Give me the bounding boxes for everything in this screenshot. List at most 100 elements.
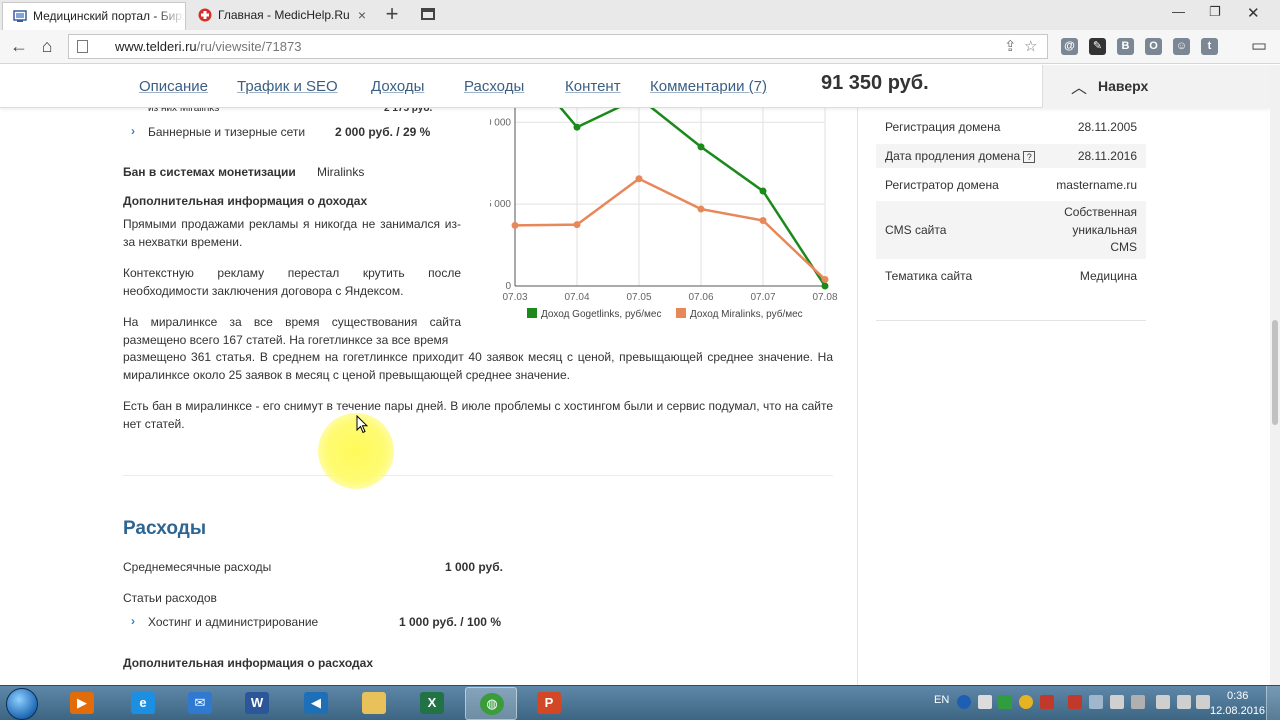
green-a-tray-icon[interactable]	[998, 695, 1012, 709]
bookmark-star-icon[interactable]: ☆	[1024, 37, 1037, 55]
close-tab-icon[interactable]: ×	[358, 2, 366, 28]
keyboard-language[interactable]: EN	[934, 694, 949, 706]
taskbar-browser[interactable]: ◍	[465, 687, 517, 720]
tool-extension-icon[interactable]: ✎	[1089, 38, 1106, 55]
sidebar-row-registrar: Регистратор домена mastername.ru	[885, 178, 1137, 192]
chevron-right-icon[interactable]: ›	[131, 124, 135, 138]
chat-icon[interactable]: ▭	[1248, 35, 1270, 57]
expense-items-label: Статьи расходов	[123, 591, 217, 605]
chart-x-tick-label: 07.06	[688, 292, 713, 303]
hosting-label[interactable]: Хостинг и администрирование	[148, 613, 318, 631]
back-to-top-label: Наверх	[1098, 78, 1149, 94]
nav-link-traffic-seo[interactable]: Трафик и SEO	[237, 78, 338, 95]
vk-extension-icon[interactable]: В	[1117, 38, 1134, 55]
power-tray-icon[interactable]	[1156, 695, 1170, 709]
chart-point-series-1	[697, 143, 705, 151]
income-extra-title: Дополнительная информация о доходах	[123, 194, 368, 208]
nav-link-income[interactable]: Доходы	[371, 78, 424, 95]
taskbar-explorer[interactable]	[348, 687, 400, 720]
share-icon[interactable]: ⇪	[1004, 37, 1017, 55]
speaker-app-icon: ◀	[304, 692, 328, 714]
sidebar-row-topic: Тематика сайта Медицина	[885, 269, 1137, 283]
show-desktop-button[interactable]	[1266, 686, 1280, 720]
chart-y-tick-label: 10 000	[490, 117, 511, 128]
help-tray-icon[interactable]	[957, 695, 971, 709]
clock-time[interactable]: 0:36	[1227, 690, 1248, 702]
avg-expenses-label: Среднемесячные расходы	[123, 560, 272, 574]
chrome-tray-icon[interactable]	[1019, 695, 1033, 709]
chart-point-series-2	[511, 221, 519, 229]
mouse-pointer-icon	[356, 415, 368, 434]
taskbar-word[interactable]: W	[231, 687, 283, 720]
new-tab-button[interactable]: +	[380, 3, 404, 27]
expenses-title: Расходы	[123, 518, 207, 539]
chart-point-series-1	[573, 123, 581, 131]
ban-label: Бан в системах монетизации	[123, 165, 296, 179]
twitter-extension-icon[interactable]: t	[1201, 38, 1218, 55]
powerpoint-icon: P	[537, 692, 561, 714]
taskbar-audio[interactable]: ◀	[290, 687, 342, 720]
chart-point-series-1	[821, 282, 829, 290]
taskbar-excel[interactable]: X	[406, 687, 458, 720]
home-icon[interactable]: ⌂	[36, 35, 58, 57]
taskbar-ie[interactable]: e	[117, 687, 169, 720]
page-favicon-icon	[13, 10, 27, 22]
ok-extension-icon[interactable]: О	[1145, 38, 1162, 55]
sidebar-row-renewal: Дата продления домена? 28.11.2016	[876, 144, 1146, 168]
taskbar-media-player[interactable]: ▶	[56, 687, 108, 720]
clock-date[interactable]: 12.08.2016	[1210, 705, 1265, 717]
income-paragraph-2: Контекстную рекламу перестал крутить пос…	[123, 266, 461, 298]
email-extension-icon[interactable]: @	[1061, 38, 1078, 55]
chart-point-series-2	[635, 175, 643, 183]
cursor-tray-icon[interactable]	[978, 695, 992, 709]
banner-networks-value: 2 000 руб. / 29 %	[335, 125, 431, 139]
tabs-overview-icon[interactable]	[421, 8, 435, 20]
navigation-bar: ← ⌂ www.telderi.ru/ru/viewsite/71873 ⇪ ☆…	[0, 30, 1280, 64]
chart-point-series-2	[821, 275, 829, 283]
close-window-icon[interactable]: ✕	[1247, 4, 1260, 22]
taskbar-powerpoint[interactable]: P	[523, 687, 575, 720]
chart-point-series-2	[697, 205, 705, 213]
address-bar[interactable]: www.telderi.ru/ru/viewsite/71873 ⇪ ☆	[68, 34, 1048, 59]
network-tray-icon[interactable]	[1177, 695, 1191, 709]
nav-link-expenses[interactable]: Расходы	[464, 78, 524, 95]
scrollbar-thumb[interactable]	[1272, 320, 1278, 425]
app-tray-icon[interactable]	[1089, 695, 1103, 709]
restore-icon[interactable]: ❐	[1209, 4, 1221, 20]
back-icon[interactable]: ←	[8, 35, 30, 57]
tab-medichelp[interactable]: Главная - MedicHelp.Ru ×	[188, 2, 372, 30]
chart-y-tick-label: 5 000	[490, 199, 511, 210]
url-text: www.telderi.ru/ru/viewsite/71873	[115, 39, 302, 54]
back-to-top-button[interactable]: ︿ Наверх	[1042, 65, 1270, 108]
flag-tray-icon[interactable]	[1131, 695, 1145, 709]
nav-link-description[interactable]: Описание	[139, 78, 208, 95]
start-button[interactable]	[6, 688, 38, 720]
eye-tray-icon[interactable]	[1110, 695, 1124, 709]
mood-extension-icon[interactable]: ☺	[1173, 38, 1190, 55]
red-tray-icon[interactable]	[1040, 695, 1054, 709]
word-icon: W	[245, 692, 269, 714]
minimize-icon[interactable]: —	[1172, 4, 1185, 19]
sidebar-row-registration: Регистрация домена 28.11.2005	[885, 120, 1137, 134]
mail-icon: ✉	[188, 692, 212, 714]
tab-medical-portal[interactable]: Медицинский портал - Бирж	[2, 2, 186, 30]
nav-link-content[interactable]: Контент	[565, 78, 621, 95]
nav-link-comments[interactable]: Комментарии (7)	[650, 78, 767, 95]
windows-taskbar: ▶ e ✉ W ◀ X ◍ P EN 0:36 12.08.2016	[0, 685, 1280, 720]
chart-point-series-2	[573, 221, 581, 229]
chart-y-tick-label: 0	[505, 281, 511, 292]
chevron-right-icon[interactable]: ›	[131, 614, 135, 628]
banner-networks-label[interactable]: Баннерные и тизерные сети	[148, 123, 305, 141]
chart-x-tick-label: 07.05	[626, 292, 651, 303]
browser-globe-icon: ◍	[480, 693, 504, 715]
avg-expenses-value: 1 000 руб.	[445, 560, 503, 574]
vertical-scrollbar[interactable]	[1270, 65, 1280, 685]
income-paragraph-3a: На миралинксе за все время существования…	[123, 315, 461, 347]
taskbar-mail[interactable]: ✉	[174, 687, 226, 720]
close-tray-icon[interactable]	[1068, 695, 1082, 709]
help-icon[interactable]: ?	[1023, 151, 1036, 163]
legend-swatch	[676, 308, 686, 318]
volume-tray-icon[interactable]	[1196, 695, 1210, 709]
chart-point-series-2	[759, 217, 767, 225]
legend-miralinks: Доход Miralinks, руб/мес	[676, 308, 803, 320]
